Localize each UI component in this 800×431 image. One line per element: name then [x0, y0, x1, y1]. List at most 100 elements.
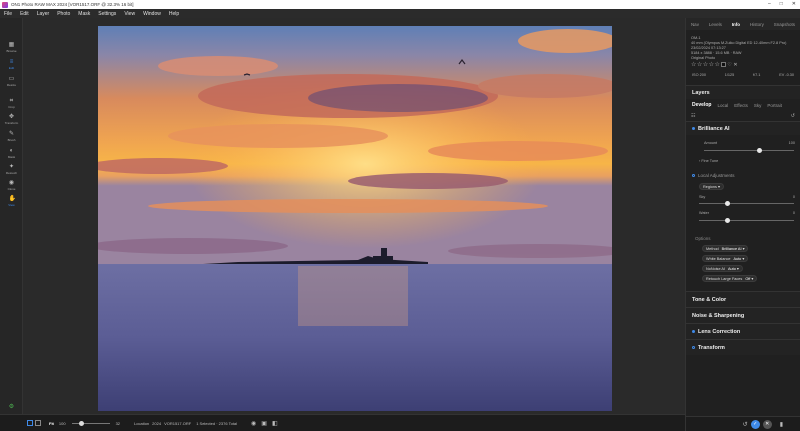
- compare-view-icon[interactable]: [35, 420, 41, 426]
- subtab-portrait[interactable]: Portrait: [767, 103, 782, 108]
- amount-slider-knob[interactable]: [757, 148, 763, 153]
- menu-help[interactable]: Help: [169, 11, 179, 17]
- tool-browse[interactable]: ▦ Browse: [0, 42, 23, 56]
- tone-color-section[interactable]: Tone & Color: [686, 291, 800, 307]
- image-canvas[interactable]: [23, 18, 685, 414]
- tool-label: View: [8, 203, 15, 207]
- option-value: Auto: [728, 267, 736, 271]
- enable-icon[interactable]: [692, 173, 695, 177]
- menu-mask[interactable]: Mask: [78, 11, 90, 17]
- sliders-icon: ≡: [9, 59, 14, 65]
- water-slider-knob[interactable]: [725, 218, 730, 223]
- app-logo-icon: [2, 1, 8, 8]
- tool-view[interactable]: ✋ View: [0, 196, 23, 210]
- tool-clone[interactable]: ◉ Clone: [0, 180, 23, 194]
- menu-edit[interactable]: Edit: [20, 11, 29, 17]
- tool-resize[interactable]: ▭ Resize: [0, 76, 23, 90]
- window-controls: – □ ✕: [768, 0, 796, 9]
- zoom-slider[interactable]: [71, 420, 110, 426]
- tab-snapshots[interactable]: Snapshots: [774, 22, 795, 27]
- menu-window[interactable]: Window: [143, 11, 161, 17]
- brush-icon: ✎: [8, 131, 15, 137]
- zoom-slider-knob[interactable]: [78, 420, 84, 426]
- undo-icon[interactable]: ↺: [743, 421, 748, 428]
- resize-icon: ▭: [8, 76, 15, 82]
- options-header[interactable]: Options: [686, 233, 800, 243]
- sky-slider-knob[interactable]: [725, 201, 730, 206]
- minimize-button[interactable]: –: [768, 0, 771, 9]
- photo-preview[interactable]: [98, 26, 612, 411]
- fine-tune-label: Fine Tune: [701, 159, 719, 163]
- cancel-button[interactable]: ✕: [762, 419, 772, 429]
- single-view-icon[interactable]: [27, 420, 33, 426]
- menu-file[interactable]: File: [4, 11, 12, 17]
- color-label-icon[interactable]: [721, 62, 727, 67]
- sky-slider[interactable]: [699, 201, 794, 206]
- reset-icon[interactable]: ↺: [791, 113, 795, 119]
- method-dropdown[interactable]: Method Brilliance AI ▾: [702, 245, 749, 252]
- bottom-bar: Fit 100 32 Location 2024 VOR1517.ORF 1 S…: [0, 414, 685, 431]
- tool-edit[interactable]: ≡ Edit: [0, 59, 23, 73]
- star-icon[interactable]: ☆☆☆☆☆: [691, 61, 720, 68]
- subtab-develop[interactable]: Develop: [692, 102, 711, 108]
- tool-brush[interactable]: ✎ Brush: [0, 131, 23, 145]
- apply-button[interactable]: ✓: [750, 419, 760, 429]
- subtab-local[interactable]: Local: [717, 103, 728, 108]
- tool-crop[interactable]: ⌗ Crop: [0, 98, 23, 112]
- fine-tune-toggle[interactable]: › Fine Tune: [699, 159, 718, 163]
- rating-stars[interactable]: ☆☆☆☆☆ ♡ ✕: [691, 61, 800, 69]
- clone-icon: ◉: [8, 180, 15, 186]
- option-label: Method: [706, 247, 719, 251]
- tool-transform[interactable]: ✥ Transform: [0, 114, 23, 128]
- presets-icon[interactable]: ☷: [691, 113, 695, 119]
- panel-toolbar: ☷ ↺: [686, 111, 800, 121]
- menu-photo[interactable]: Photo: [57, 11, 70, 17]
- local-adj-header[interactable]: Local Adjustments: [686, 169, 800, 181]
- enable-icon[interactable]: [692, 330, 695, 333]
- noise-sharpening-section[interactable]: Noise & Sharpening: [686, 307, 800, 323]
- water-slider[interactable]: [699, 218, 794, 223]
- tab-info[interactable]: Info: [732, 22, 740, 27]
- breadcrumb-file: VOR1517.ORF: [164, 420, 192, 426]
- location-breadcrumb[interactable]: Location: [134, 421, 149, 426]
- develop-subtabs: Develop Local Effects Sky Portrait: [686, 99, 800, 111]
- retouch-faces-dropdown[interactable]: Retouch Large Faces Off ▾: [702, 275, 758, 282]
- zoom-value[interactable]: 100: [59, 421, 66, 426]
- lens-correction-section[interactable]: Lens Correction: [686, 323, 800, 339]
- reject-icon[interactable]: ✕: [733, 62, 738, 68]
- amount-slider[interactable]: [704, 148, 794, 153]
- like-icon[interactable]: ♡: [727, 62, 732, 68]
- split-icon[interactable]: ◧: [272, 420, 278, 427]
- menu-settings[interactable]: Settings: [98, 11, 116, 17]
- fit-button[interactable]: Fit: [49, 421, 54, 426]
- maximize-button[interactable]: □: [780, 0, 783, 9]
- enable-icon[interactable]: [692, 346, 695, 349]
- close-button[interactable]: ✕: [792, 0, 796, 9]
- tab-nav[interactable]: Nav: [691, 22, 699, 27]
- subtab-effects[interactable]: Effects: [734, 103, 748, 108]
- menu-view[interactable]: View: [124, 11, 135, 17]
- tool-label: Edit: [8, 66, 15, 70]
- white-balance-dropdown[interactable]: White Balance Auto ▾: [702, 255, 749, 262]
- options-body: Method Brilliance AI ▾ White Balance Auto …: [686, 243, 800, 287]
- title-bar: ON1 Photo RAW MAX 2024 [VOR1517.ORF @ 32…: [0, 0, 800, 9]
- eye-icon[interactable]: ◉: [251, 420, 256, 427]
- info-tabs: Nav Levels Info History Snapshots: [686, 18, 800, 30]
- enable-icon[interactable]: [692, 127, 695, 130]
- preview-icon[interactable]: ▣: [261, 420, 267, 427]
- option-label: White Balance: [706, 257, 731, 261]
- panel-toggle-icon[interactable]: ▮: [780, 421, 783, 428]
- transform-section[interactable]: Transform: [686, 339, 800, 355]
- nonoise-dropdown[interactable]: NoNoise AI Auto ▾: [702, 265, 743, 272]
- brilliance-ai-header[interactable]: Brilliance AI: [686, 121, 800, 135]
- tool-mask[interactable]: ◐ Mask: [0, 148, 23, 162]
- tab-levels[interactable]: Levels: [709, 22, 722, 27]
- layers-title: Layers: [692, 89, 710, 96]
- menu-layer[interactable]: Layer: [37, 11, 50, 17]
- subtab-sky[interactable]: Sky: [754, 103, 762, 108]
- layers-section[interactable]: Layers: [686, 85, 800, 99]
- tool-retouch[interactable]: ✦ Retouch: [0, 164, 23, 178]
- tab-history[interactable]: History: [750, 22, 764, 27]
- regions-button[interactable]: Regions ▾: [699, 183, 724, 190]
- breadcrumb-year[interactable]: 2024: [152, 421, 161, 426]
